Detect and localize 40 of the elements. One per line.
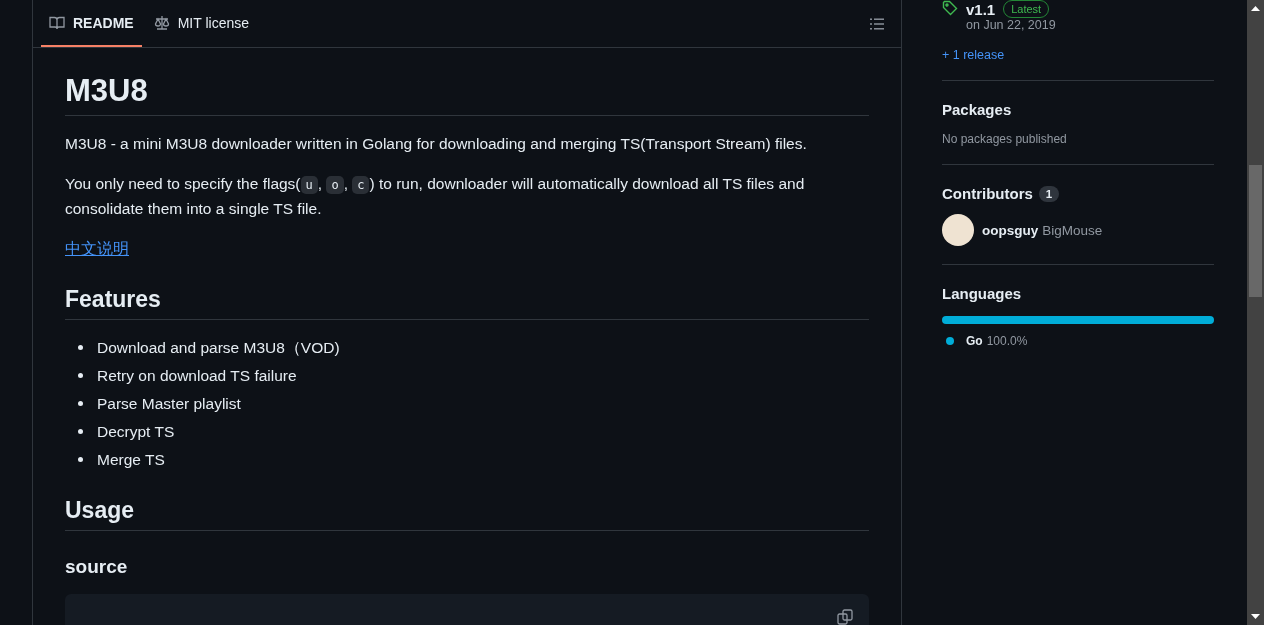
bullet-icon: [78, 457, 83, 463]
feature-item: Merge TS: [97, 449, 165, 470]
scrollbar-thumb[interactable]: [1249, 165, 1262, 297]
usage-paragraph: You only need to specify the flags( u , o , c ) to run, downloader will automatically download all TS files and consolidate them into a single TS file.: [65, 174, 806, 220]
scrollbar[interactable]: [1247, 0, 1264, 625]
feature-item: Retry on download TS failure: [97, 365, 297, 386]
chinese-docs-link[interactable]: 中文说明: [65, 240, 129, 258]
tab[interactable]: README: [41, 0, 142, 47]
section-title: Languages: [942, 285, 1023, 302]
bullet-icon: [78, 401, 83, 407]
subsection-heading: source: [65, 554, 129, 579]
scroll-up-icon[interactable]: [1251, 6, 1260, 11]
section-heading: Usage: [65, 495, 869, 531]
language-percent: 100.0%: [986, 334, 1028, 348]
release-date: on Jun 22, 2019: [966, 18, 1056, 32]
copy-icon[interactable]: [837, 609, 853, 625]
packages-note: No packages published: [942, 132, 1068, 146]
section-heading: Features: [65, 285, 869, 320]
contributor-name: BigMouse: [1042, 222, 1103, 238]
tag-icon: [942, 0, 958, 16]
contributor-login[interactable]: oopsguy: [982, 222, 1039, 238]
tab[interactable]: MIT license: [145, 0, 257, 47]
section-title: Packages: [942, 101, 1013, 118]
feature-item: Decrypt TS: [97, 421, 175, 442]
bullet-icon: [78, 373, 83, 379]
bullet-icon: [78, 345, 83, 351]
description-paragraph: M3U8 - a mini M3U8 downloader written in Golang for downloading and merging TS(Transport Stream) files.: [65, 134, 808, 155]
bullet-icon: [78, 429, 83, 435]
book-icon: [49, 14, 65, 31]
count-badge: 1: [1038, 185, 1060, 202]
section-title: Contributors: [942, 185, 1033, 202]
scroll-down-icon[interactable]: [1251, 614, 1260, 619]
feature-item: Parse Master playlist: [97, 393, 241, 414]
feature-item: Download and parse M3U8（VOD): [97, 337, 340, 358]
avatar[interactable]: [942, 214, 974, 246]
scale-icon: [153, 14, 170, 31]
readme-title: M3U8: [65, 72, 869, 117]
language-name[interactable]: Go: [966, 334, 983, 348]
release-link[interactable]: v1.1: [966, 0, 996, 18]
more-releases-link[interactable]: + 1 release: [942, 48, 1214, 62]
